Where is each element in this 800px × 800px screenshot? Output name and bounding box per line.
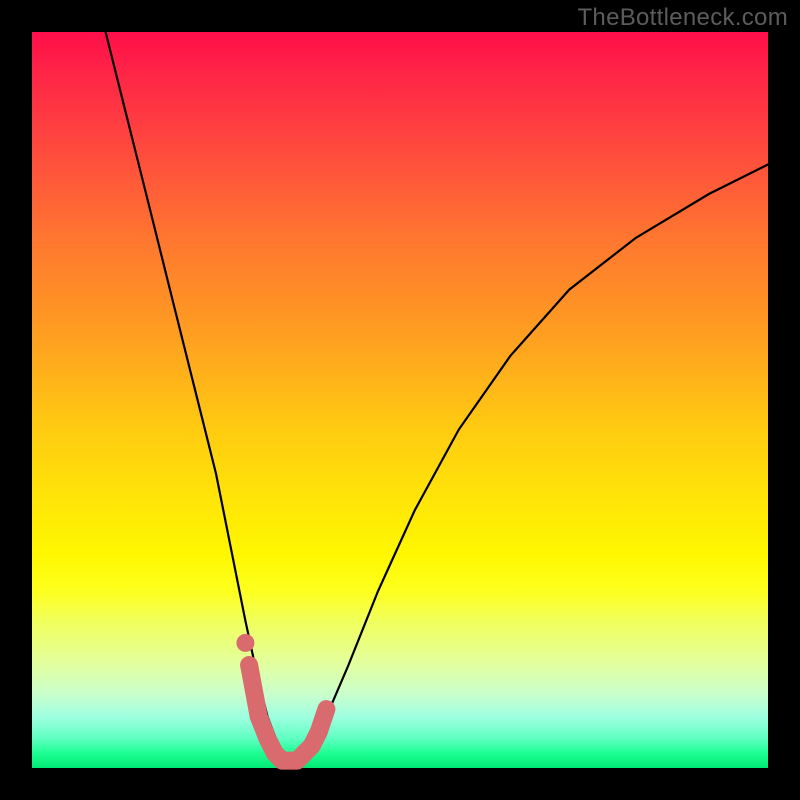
highlight-band [249,665,326,761]
chart-frame: TheBottleneck.com [0,0,800,800]
bottleneck-curve [106,32,768,761]
curve-layer [32,32,768,768]
plot-area [32,32,768,768]
watermark-text: TheBottleneck.com [577,4,788,32]
highlight-dot [236,634,254,652]
